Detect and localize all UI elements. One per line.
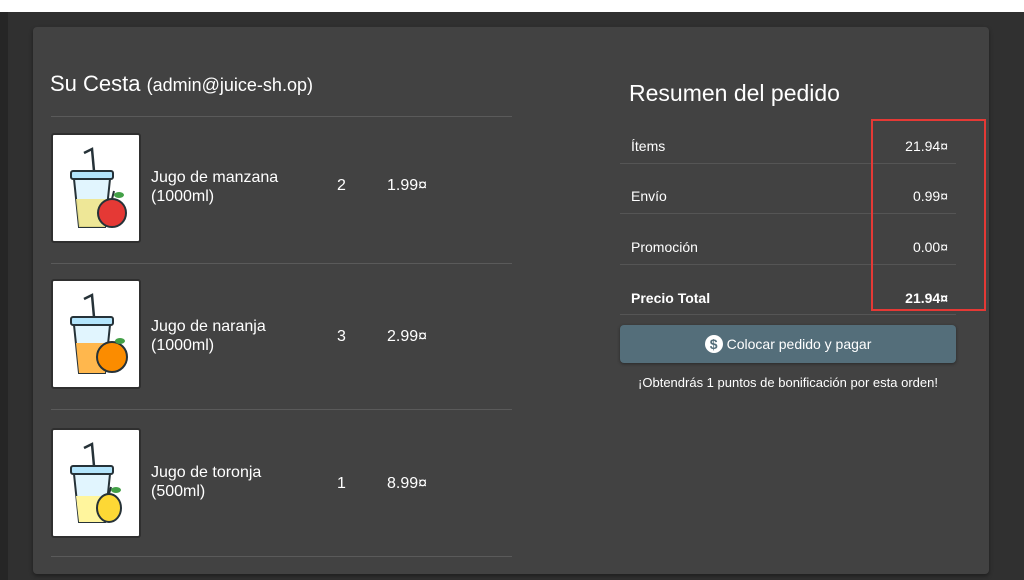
orange-juice-icon: [51, 279, 141, 389]
checkout-button[interactable]: $ Colocar pedido y pagar: [620, 325, 956, 363]
item-price: 2.99¤: [387, 328, 428, 345]
divider: [51, 116, 512, 117]
basket-item: Jugo de toronja (500ml) 1 8.99¤: [51, 428, 512, 568]
summary-label: Precio Total: [631, 290, 711, 306]
grapefruit-juice-icon: [51, 428, 141, 538]
item-price: 1.99¤: [387, 177, 428, 194]
checkout-label: Colocar pedido y pagar: [726, 336, 872, 352]
basket-card: Su Cesta (admin@juice-sh.op) Jugo de man…: [33, 27, 989, 574]
basket-title: Su Cesta (admin@juice-sh.op): [50, 71, 313, 97]
basket-item: Jugo de naranja (1000ml) 3 2.99¤: [51, 279, 512, 419]
basket-item: Jugo de manzana (1000ml) 2 1.99¤: [51, 133, 512, 273]
side-strip: [0, 12, 8, 580]
summary-title: Resumen del pedido: [629, 80, 840, 106]
apple-juice-icon: [51, 133, 141, 243]
basket-title-label: Su Cesta: [50, 71, 141, 96]
item-quantity: 2: [337, 177, 346, 194]
item-name: Jugo de naranja (1000ml): [151, 318, 266, 354]
item-name: Jugo de toronja (500ml): [151, 464, 262, 500]
summary-label: Promoción: [631, 239, 698, 255]
basket-user-email: (admin@juice-sh.op): [146, 75, 313, 95]
item-name: Jugo de manzana (1000ml): [151, 169, 279, 205]
item-quantity: 1: [337, 475, 346, 492]
divider: [51, 409, 512, 410]
item-quantity: 3: [337, 328, 346, 345]
bonus-points-text: ¡Obtendrás 1 puntos de bonificación por …: [638, 375, 938, 390]
divider: [620, 314, 956, 315]
divider: [51, 556, 512, 557]
top-bar: [0, 0, 1024, 12]
divider: [51, 263, 512, 264]
summary-label: Envío: [631, 188, 667, 204]
item-price: 8.99¤: [387, 475, 428, 492]
summary-label: Ítems: [631, 138, 666, 154]
dollar-icon: $: [704, 335, 723, 353]
highlight-box: [871, 119, 986, 311]
